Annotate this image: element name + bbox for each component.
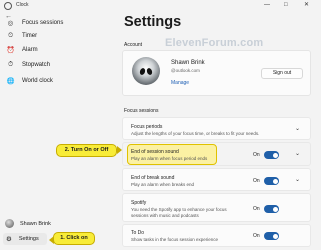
spotify-row: Spotify You need the Spotify app to enha… <box>122 193 311 222</box>
row-desc: You need the Spotify app to enhance your… <box>131 207 227 218</box>
row-title: End of break sound <box>131 175 175 181</box>
callout-arrow <box>117 146 122 154</box>
chevron-down-icon[interactable]: ⌄ <box>295 176 300 183</box>
toggle-state-label: On <box>253 206 260 212</box>
sign-out-button[interactable]: Sign out <box>261 68 303 79</box>
callout-step2: 2. Turn On or Off <box>56 144 117 157</box>
globe-icon: 🌐 <box>6 77 15 85</box>
account-section-label: Account <box>124 42 143 48</box>
chevron-down-icon[interactable]: ⌄ <box>295 150 300 157</box>
row-desc: Adjust the lengths of your focus time, o… <box>131 131 260 136</box>
alarm-icon: ⏰ <box>6 46 15 54</box>
watermark: ElevenForum.com <box>165 37 264 49</box>
callout-step1: 1. Click on <box>53 232 95 245</box>
account-name: Shawn Brink <box>171 60 205 66</box>
clock-app-icon <box>4 2 12 10</box>
sidebar-item-world-clock[interactable]: 🌐 World clock <box>4 74 110 87</box>
stopwatch-icon: ⏱ <box>7 60 14 68</box>
sidebar-item-label: Timer <box>22 32 38 39</box>
end-of-break-row: End of break sound Play an alarm when br… <box>122 168 311 191</box>
sidebar-item-label: Alarm <box>22 46 38 53</box>
toggle-state-label: On <box>253 152 260 158</box>
gear-icon: ⚙ <box>6 236 12 243</box>
sidebar-item-label: Settings <box>18 236 39 242</box>
row-desc: Show tasks in the focus session experien… <box>131 237 219 242</box>
maximize-button[interactable]: □ <box>284 2 288 9</box>
manage-link[interactable]: Manage <box>171 80 189 86</box>
todo-toggle[interactable] <box>264 232 279 240</box>
sidebar-item-label: World clock <box>22 77 53 84</box>
spotify-toggle[interactable] <box>264 205 279 213</box>
sidebar-item-timer[interactable]: ⏲ Timer <box>4 29 110 42</box>
end-break-toggle[interactable] <box>264 177 279 185</box>
account-email: @outlook.com <box>171 68 200 73</box>
focus-section-label: Focus sessions <box>124 108 159 114</box>
toggle-state-label: On <box>253 233 260 239</box>
row-desc: Play an alarm when focus period ends <box>131 156 208 161</box>
sidebar-user[interactable]: Shawn Brink <box>4 219 51 228</box>
row-title: End of session sound <box>131 149 179 155</box>
row-title: To Do <box>131 230 145 236</box>
sidebar-item-alarm[interactable]: ⏰ Alarm <box>4 43 110 56</box>
minimize-button[interactable]: — <box>264 2 270 9</box>
title-bar: Clock — □ ✕ <box>0 0 321 12</box>
timer-icon: ⏲ <box>7 31 14 39</box>
focus-icon: ◎ <box>7 19 14 27</box>
sidebar-item-stopwatch[interactable]: ⏱ Stopwatch <box>4 58 110 71</box>
sidebar-item-focus-sessions[interactable]: ◎ Focus sessions <box>4 16 110 29</box>
row-desc: Play an alarm when breaks end <box>131 182 195 187</box>
close-button[interactable]: ✕ <box>304 2 309 9</box>
sidebar-item-settings[interactable]: ⚙ Settings <box>3 233 47 245</box>
chevron-down-icon[interactable]: ⌄ <box>295 125 300 132</box>
focus-periods-row[interactable]: Focus periods Adjust the lengths of your… <box>122 117 311 140</box>
sidebar-item-label: Focus sessions <box>22 19 64 26</box>
end-of-session-row: End of session sound Play an alarm when … <box>122 142 311 166</box>
user-name: Shawn Brink <box>20 220 51 227</box>
sidebar-item-label: Stopwatch <box>22 61 51 68</box>
window-title: Clock <box>16 2 29 8</box>
avatar <box>5 219 14 228</box>
todo-row: To Do Show tasks in the focus session ex… <box>122 224 311 247</box>
page-title: Settings <box>124 14 182 30</box>
alien-avatar <box>132 57 160 85</box>
account-card: Shawn Brink @outlook.com Manage Sign out <box>122 50 311 96</box>
row-title: Focus periods <box>131 124 163 130</box>
end-session-toggle[interactable] <box>264 151 279 159</box>
toggle-state-label: On <box>253 178 260 184</box>
row-title: Spotify <box>131 200 147 206</box>
